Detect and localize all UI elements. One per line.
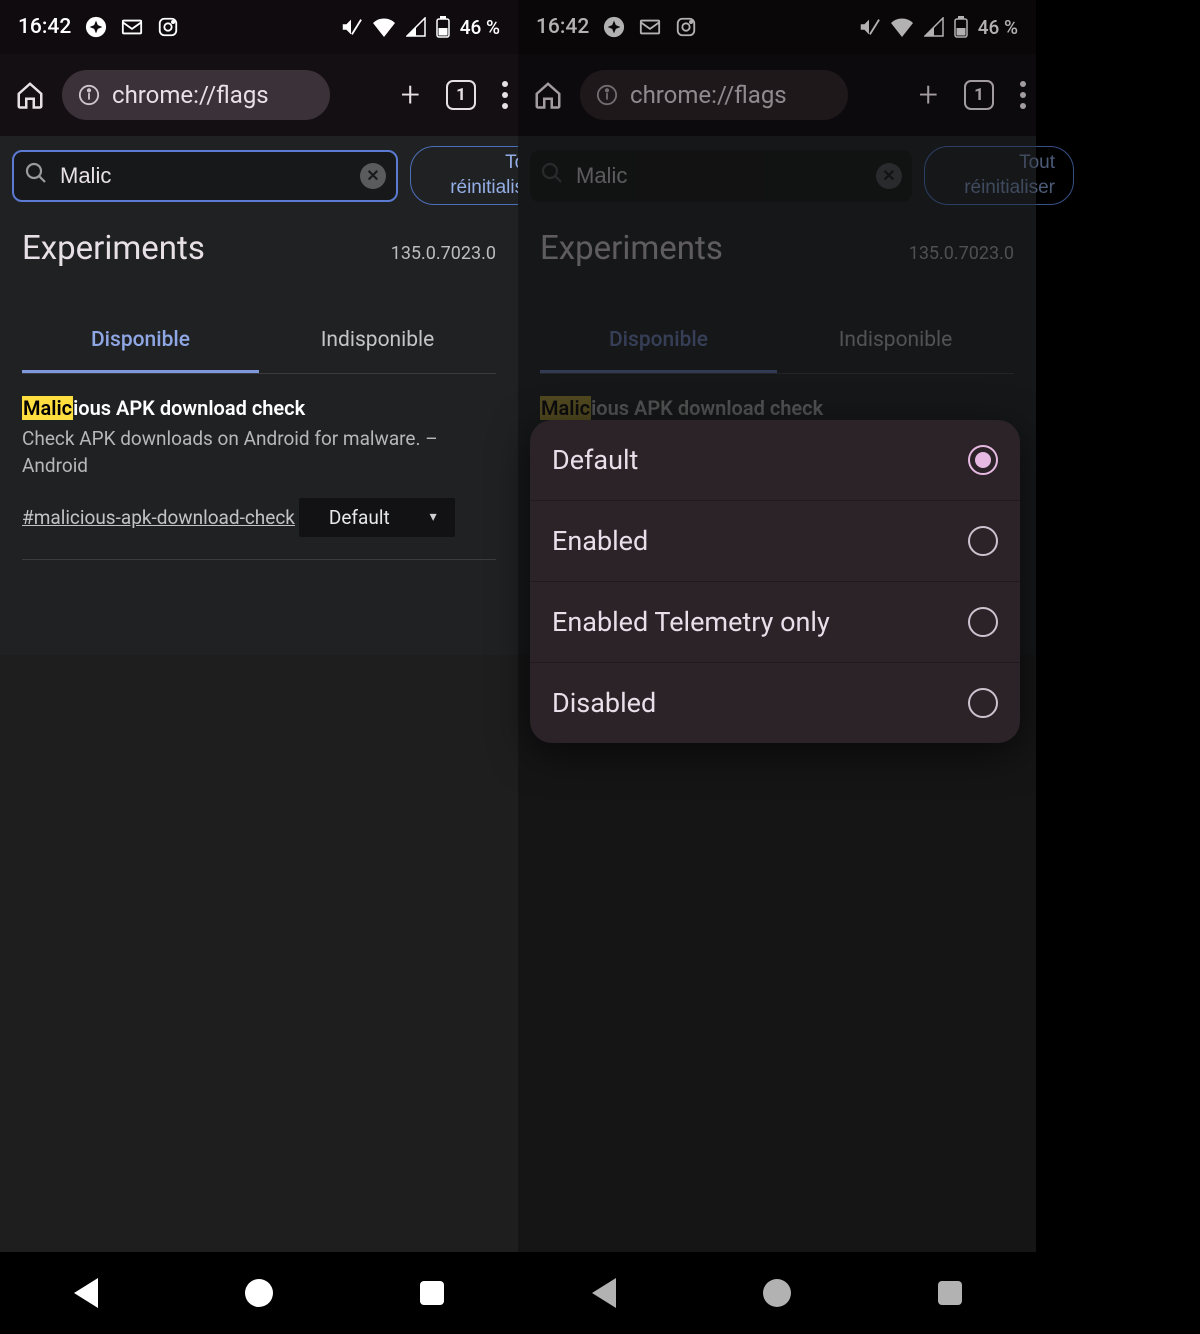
flag-anchor-link[interactable]: #malicious-apk-download-check bbox=[22, 506, 295, 529]
flag-item: Malicious APK download check Check APK d… bbox=[22, 374, 496, 559]
option-label: Disabled bbox=[552, 687, 656, 719]
site-info-icon[interactable] bbox=[78, 84, 100, 106]
system-nav-bar bbox=[518, 1252, 1036, 1334]
browser-toolbar: chrome://flags + 1 bbox=[0, 54, 518, 136]
flag-selected-value: Default bbox=[329, 506, 390, 529]
flags-search-row: ✕ Tout réinitialiser bbox=[518, 136, 1036, 215]
status-time: 16:42 bbox=[536, 15, 589, 39]
clear-search-button[interactable]: ✕ bbox=[360, 163, 386, 189]
page-title: Experiments bbox=[22, 229, 205, 268]
system-nav-bar bbox=[0, 1252, 518, 1334]
tab-unavailable[interactable]: Indisponible bbox=[777, 310, 1014, 373]
instagram-icon bbox=[675, 16, 697, 38]
tab-unavailable[interactable]: Indisponible bbox=[259, 310, 496, 373]
tab-available[interactable]: Disponible bbox=[540, 310, 777, 373]
page-title: Experiments bbox=[540, 229, 723, 268]
option-label: Enabled bbox=[552, 525, 648, 557]
battery-icon bbox=[954, 16, 968, 38]
browser-home-button[interactable] bbox=[10, 75, 50, 115]
browser-toolbar: chrome://flags + 1 bbox=[518, 54, 1036, 136]
option-disabled[interactable]: Disabled bbox=[530, 663, 1020, 743]
url-text: chrome://flags bbox=[112, 81, 269, 109]
new-tab-button[interactable]: + bbox=[401, 78, 420, 112]
flags-search-input[interactable] bbox=[576, 163, 864, 189]
mute-icon bbox=[340, 16, 362, 38]
gmail-icon bbox=[639, 16, 661, 38]
radio-selected-icon bbox=[968, 445, 998, 475]
gmail-icon bbox=[121, 16, 143, 38]
radio-unselected-icon bbox=[968, 607, 998, 637]
status-time: 16:42 bbox=[18, 15, 71, 39]
radio-unselected-icon bbox=[968, 688, 998, 718]
flag-value-select[interactable]: Default ▾ bbox=[299, 498, 455, 537]
flags-page: Experiments 135.0.7023.0 Disponible Indi… bbox=[0, 215, 518, 1252]
compass-icon bbox=[85, 16, 107, 38]
wifi-icon bbox=[890, 17, 914, 37]
wifi-icon bbox=[372, 17, 396, 37]
nav-recent-button[interactable] bbox=[420, 1281, 444, 1305]
tab-switcher-button[interactable]: 1 bbox=[964, 80, 994, 110]
option-enabled[interactable]: Enabled bbox=[530, 501, 1020, 582]
instagram-icon bbox=[157, 16, 179, 38]
radio-unselected-icon bbox=[968, 526, 998, 556]
flag-title: Malicious APK download check bbox=[22, 396, 496, 420]
option-default[interactable]: Default bbox=[530, 420, 1020, 501]
status-bar: 16:42 46 % bbox=[518, 0, 1036, 54]
chevron-down-icon: ▾ bbox=[430, 509, 437, 525]
chrome-version: 135.0.7023.0 bbox=[909, 243, 1014, 264]
new-tab-button[interactable]: + bbox=[919, 78, 938, 112]
signal-icon bbox=[924, 17, 944, 37]
flag-options-menu: Default Enabled Enabled Telemetry only D… bbox=[530, 420, 1020, 743]
status-bar: 16:42 46 % bbox=[0, 0, 518, 54]
battery-text: 46 % bbox=[978, 16, 1018, 39]
flags-search-input[interactable] bbox=[60, 163, 348, 189]
flags-search-box[interactable]: ✕ bbox=[530, 150, 912, 202]
battery-text: 46 % bbox=[460, 16, 500, 39]
address-bar[interactable]: chrome://flags bbox=[580, 70, 848, 120]
nav-home-button[interactable] bbox=[763, 1279, 791, 1307]
search-icon bbox=[24, 161, 48, 191]
nav-back-button[interactable] bbox=[592, 1278, 616, 1308]
browser-menu-button[interactable] bbox=[1020, 81, 1026, 109]
tab-available[interactable]: Disponible bbox=[22, 310, 259, 373]
flag-description: Check APK downloads on Android for malwa… bbox=[22, 426, 496, 479]
nav-recent-button[interactable] bbox=[938, 1281, 962, 1305]
flag-title: Malicious APK download check bbox=[540, 396, 1014, 420]
option-label: Enabled Telemetry only bbox=[552, 606, 830, 638]
tab-switcher-button[interactable]: 1 bbox=[446, 80, 476, 110]
search-icon bbox=[540, 161, 564, 191]
compass-icon bbox=[603, 16, 625, 38]
site-info-icon[interactable] bbox=[596, 84, 618, 106]
chrome-version: 135.0.7023.0 bbox=[391, 243, 496, 264]
clear-search-button[interactable]: ✕ bbox=[876, 163, 902, 189]
browser-menu-button[interactable] bbox=[502, 81, 508, 109]
reset-all-button[interactable]: Tout réinitialiser bbox=[924, 146, 1074, 205]
url-text: chrome://flags bbox=[630, 81, 787, 109]
nav-home-button[interactable] bbox=[245, 1279, 273, 1307]
signal-icon bbox=[406, 17, 426, 37]
nav-back-button[interactable] bbox=[74, 1278, 98, 1308]
address-bar[interactable]: chrome://flags bbox=[62, 70, 330, 120]
battery-icon bbox=[436, 16, 450, 38]
option-label: Default bbox=[552, 444, 638, 476]
left-screen: 16:42 46 % bbox=[0, 0, 518, 1334]
flags-search-row: ✕ Tout réinitialiser bbox=[0, 136, 518, 215]
option-enabled-telemetry[interactable]: Enabled Telemetry only bbox=[530, 582, 1020, 663]
browser-home-button[interactable] bbox=[528, 75, 568, 115]
mute-icon bbox=[858, 16, 880, 38]
flags-search-box[interactable]: ✕ bbox=[12, 150, 398, 202]
